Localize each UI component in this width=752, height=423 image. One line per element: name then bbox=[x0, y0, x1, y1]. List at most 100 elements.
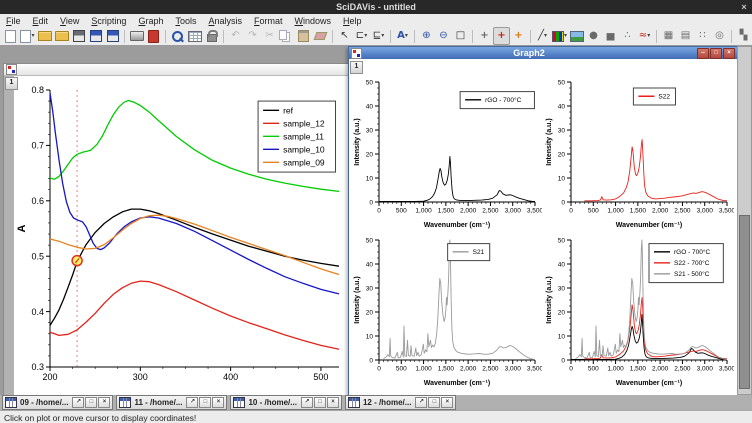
plot-3d-scatter-icon[interactable]: ∴ bbox=[619, 27, 636, 45]
svg-text:500: 500 bbox=[588, 366, 599, 373]
app-close-button[interactable]: × bbox=[736, 2, 752, 12]
tab-maximize-button[interactable]: □ bbox=[314, 397, 326, 408]
tab-restore-button[interactable]: ↗ bbox=[301, 397, 313, 408]
plot-3d-bars-icon[interactable]: ▅ bbox=[602, 27, 619, 45]
add-curve-icon[interactable]: ▾ bbox=[551, 27, 568, 45]
tab-09[interactable]: 09 - /home/...↗□× bbox=[2, 395, 113, 410]
tab-11[interactable]: 11 - /home/...↗□× bbox=[116, 395, 227, 410]
new-table-icon[interactable] bbox=[186, 27, 203, 45]
tab-close-button[interactable]: × bbox=[327, 397, 339, 408]
close-button[interactable]: × bbox=[723, 48, 735, 59]
raman-plot-overlay[interactable]: 05001,0001,5002,0002,5003,0003,500010203… bbox=[544, 232, 734, 388]
absorbance-graph-window[interactable]: 1 2003004005000.30.40.50.60.70.8Arefsamp… bbox=[3, 63, 349, 396]
svg-text:sample_10: sample_10 bbox=[283, 144, 325, 154]
redo-icon[interactable]: ↷ bbox=[244, 27, 261, 45]
open-project-icon[interactable] bbox=[36, 27, 53, 45]
tab-restore-button[interactable]: ↗ bbox=[72, 397, 84, 408]
add-text-icon[interactable]: A▾ bbox=[394, 27, 411, 45]
new-project-icon[interactable] bbox=[2, 27, 19, 45]
menu-help[interactable]: Help bbox=[337, 16, 368, 26]
plot-3d-bar-icon[interactable]: ▤ bbox=[677, 27, 694, 45]
icon-glyph: ⊏ bbox=[356, 31, 364, 41]
svg-text:300: 300 bbox=[133, 372, 148, 382]
tab-maximize-button[interactable]: □ bbox=[199, 397, 211, 408]
draw-line-icon[interactable]: ╱▾ bbox=[534, 27, 551, 45]
rescale-show-all-icon[interactable]: □ bbox=[452, 27, 469, 45]
raman-plot-s21[interactable]: 05001,0001,5002,0002,5003,0003,500010203… bbox=[352, 232, 542, 388]
save-project-icon[interactable] bbox=[87, 27, 104, 45]
svg-text:0.7: 0.7 bbox=[31, 141, 44, 151]
tab-10[interactable]: 10 - /home/...↗□× bbox=[230, 395, 341, 410]
new-aspect-icon[interactable]: ▾ bbox=[19, 27, 36, 45]
tab-maximize-button[interactable]: □ bbox=[85, 397, 97, 408]
graph2-window[interactable]: Graph2 ‒ □ × 1 05001,0001,5002,0002,5003… bbox=[348, 46, 738, 397]
plot-pie-icon[interactable]: ● bbox=[585, 27, 602, 45]
tab-12[interactable]: 12 - /home/...↗□× bbox=[345, 395, 456, 410]
cascade-windows-icon[interactable]: ▚ bbox=[735, 27, 752, 45]
menu-graph[interactable]: Graph bbox=[132, 16, 169, 26]
open-template-icon[interactable] bbox=[53, 27, 70, 45]
data-reader-icon[interactable]: + bbox=[493, 27, 510, 45]
export-pdf-icon[interactable] bbox=[145, 27, 162, 45]
select-data-point-icon[interactable]: + bbox=[510, 27, 527, 45]
fit-wizard-icon[interactable]: ≈▾ bbox=[636, 27, 653, 45]
icon-glyph: ⊖ bbox=[439, 31, 447, 41]
screen-reader-icon[interactable]: + bbox=[476, 27, 493, 45]
workspace-scrollbar[interactable] bbox=[737, 46, 752, 395]
tab-restore-button[interactable]: ↗ bbox=[186, 397, 198, 408]
selection-tools-icon[interactable]: ⊑▾ bbox=[370, 27, 387, 45]
menu-tools[interactable]: Tools bbox=[169, 16, 202, 26]
select-data-range-icon[interactable]: ⊏▾ bbox=[353, 27, 370, 45]
svg-text:2,000: 2,000 bbox=[460, 208, 477, 215]
plot-3d-pie-icon[interactable]: ◎ bbox=[711, 27, 728, 45]
raman-plot-rgo[interactable]: 05001,0001,5002,0002,5003,0003,500010203… bbox=[352, 74, 542, 230]
icon-glyph: ↖ bbox=[340, 31, 348, 41]
print-icon[interactable] bbox=[128, 27, 145, 45]
svg-text:0: 0 bbox=[569, 366, 573, 373]
menu-windows[interactable]: Windows bbox=[289, 16, 338, 26]
menu-edit[interactable]: Edit bbox=[27, 16, 55, 26]
undo-icon[interactable]: ↶ bbox=[227, 27, 244, 45]
plot-3d-points-icon[interactable]: ∷ bbox=[694, 27, 711, 45]
paste-icon[interactable] bbox=[295, 27, 312, 45]
pointer-icon[interactable]: ↖ bbox=[336, 27, 353, 45]
toolbar-separator bbox=[332, 30, 333, 43]
minimize-button[interactable]: ‒ bbox=[697, 48, 709, 59]
save-project-as-icon[interactable] bbox=[104, 27, 121, 45]
save-template-icon[interactable] bbox=[70, 27, 87, 45]
zoom-in-icon[interactable]: ⊕ bbox=[418, 27, 435, 45]
absorbance-window-titlebar[interactable] bbox=[4, 64, 348, 76]
tab-restore-button[interactable]: ↗ bbox=[415, 397, 427, 408]
layer-button[interactable]: 1 bbox=[5, 77, 18, 90]
menu-analysis[interactable]: Analysis bbox=[202, 16, 248, 26]
tab-maximize-button[interactable]: □ bbox=[428, 397, 440, 408]
cut-icon[interactable]: ✂ bbox=[261, 27, 278, 45]
tab-close-button[interactable]: × bbox=[98, 397, 110, 408]
chevron-down-icon: ▾ bbox=[647, 33, 650, 39]
zoom-out-icon[interactable]: ⊖ bbox=[435, 27, 452, 45]
svg-text:0.3: 0.3 bbox=[31, 362, 44, 372]
copy-icon[interactable] bbox=[278, 27, 295, 45]
duplicate-window-icon[interactable] bbox=[169, 27, 186, 45]
menu-view[interactable]: View bbox=[54, 16, 85, 26]
lock-toolbars-icon[interactable] bbox=[203, 27, 220, 45]
plot-3d-surface-icon[interactable]: ▦ bbox=[660, 27, 677, 45]
add-image-icon[interactable] bbox=[568, 27, 585, 45]
raman-plot-s22[interactable]: 05001,0001,5002,0002,5003,0003,500010203… bbox=[544, 74, 734, 230]
svg-text:3,500: 3,500 bbox=[527, 208, 542, 215]
tab-close-button[interactable]: × bbox=[441, 397, 453, 408]
scrollbar-thumb[interactable] bbox=[739, 215, 750, 389]
svg-text:0: 0 bbox=[561, 199, 565, 206]
chevron-down-icon: ▾ bbox=[564, 33, 567, 39]
chevron-down-icon: ▾ bbox=[381, 33, 384, 39]
graph2-titlebar[interactable]: Graph2 ‒ □ × bbox=[349, 47, 737, 59]
layer-button[interactable]: 1 bbox=[350, 61, 363, 74]
tab-close-button[interactable]: × bbox=[212, 397, 224, 408]
svg-text:2,500: 2,500 bbox=[482, 366, 499, 373]
delete-icon[interactable] bbox=[312, 27, 329, 45]
menu-scripting[interactable]: Scripting bbox=[85, 16, 132, 26]
menu-format[interactable]: Format bbox=[248, 16, 289, 26]
menu-file[interactable]: File bbox=[0, 16, 27, 26]
absorbance-plot[interactable]: 2003004005000.30.40.50.60.70.8Arefsample… bbox=[14, 76, 348, 395]
maximize-button[interactable]: □ bbox=[710, 48, 722, 59]
